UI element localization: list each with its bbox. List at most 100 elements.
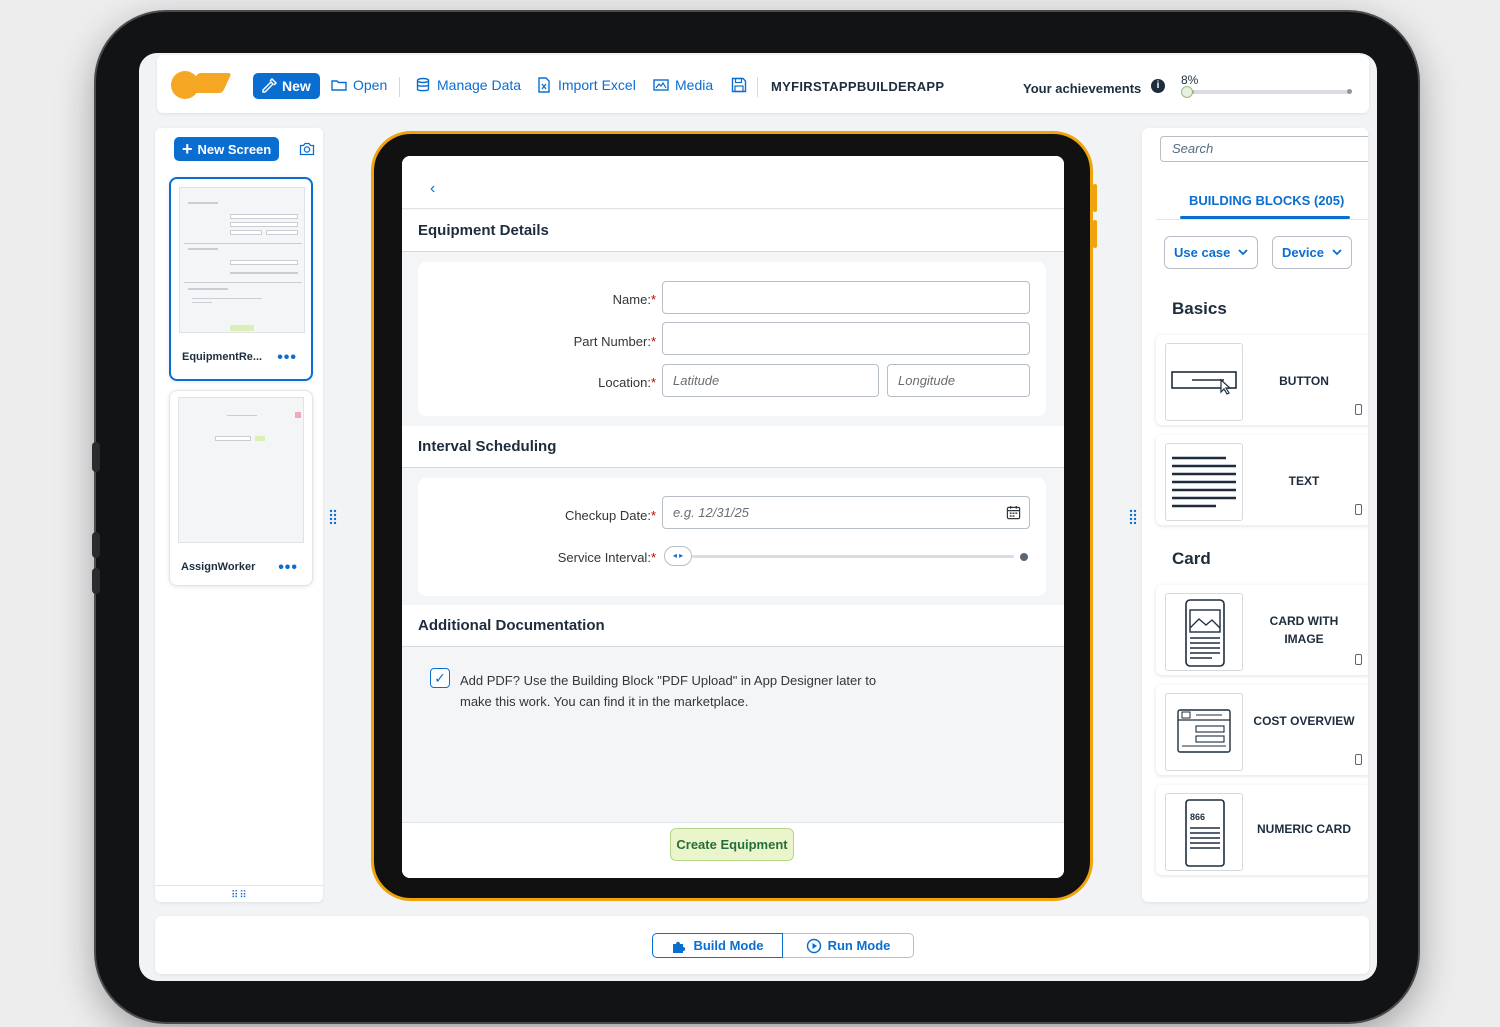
- service-interval-label: Service Interval:*: [557, 550, 656, 565]
- tablet-device-icon: [1355, 754, 1362, 765]
- resize-grip-icon[interactable]: ⠿⠿: [231, 890, 248, 901]
- preview-navbar: ‹: [402, 156, 1064, 209]
- excel-file-icon: [538, 77, 550, 93]
- achievements-progress-bar: [1181, 90, 1349, 94]
- screen-preview-image: [178, 397, 304, 543]
- achievements-label: Your achievements: [1023, 81, 1142, 96]
- tablet-device-icon: [1355, 504, 1362, 515]
- use-case-label: Use case: [1174, 245, 1231, 260]
- building-block-card-with-image[interactable]: CARD WITH IMAGE: [1156, 585, 1368, 675]
- chevron-down-icon: [1238, 249, 1248, 256]
- import-excel-label: Import Excel: [558, 77, 636, 93]
- part-number-label: Part Number:*: [573, 334, 656, 349]
- more-options-icon[interactable]: •••: [278, 559, 298, 577]
- chevron-down-icon: [1332, 249, 1342, 256]
- screen-thumbnail-assignworker[interactable]: AssignWorker •••: [169, 390, 313, 586]
- screens-panel: + New Screen EquipmentRe... ••• AssignWo…: [155, 128, 323, 902]
- button-block-icon: [1165, 343, 1243, 421]
- manage-data-button[interactable]: Manage Data: [415, 77, 521, 93]
- use-case-dropdown[interactable]: Use case: [1164, 236, 1258, 269]
- new-button[interactable]: New: [253, 73, 320, 99]
- info-icon[interactable]: i: [1151, 79, 1165, 93]
- category-card: Card: [1172, 549, 1211, 568]
- new-label: New: [282, 78, 311, 94]
- interval-scheduling-card: Checkup Date:* e.g. 12/31/25 Service Int…: [418, 478, 1046, 596]
- add-pdf-checkbox-label: Add PDF? Use the Building Block "PDF Upl…: [460, 673, 877, 709]
- text-block-icon: [1165, 443, 1243, 521]
- create-equipment-button[interactable]: Create Equipment: [670, 828, 794, 861]
- import-excel-button[interactable]: Import Excel: [536, 77, 636, 93]
- app-logo: [171, 71, 232, 99]
- service-interval-slider-handle[interactable]: ◂ ▸: [664, 546, 692, 566]
- app-name: MYFIRSTAPPBUILDERAPP: [771, 79, 945, 94]
- new-screen-label: New Screen: [197, 141, 272, 157]
- device-side-button: [92, 532, 100, 558]
- numeric-card-block-icon: 866: [1165, 793, 1243, 871]
- tab-building-blocks[interactable]: BUILDING BLOCKS (205): [1189, 193, 1344, 208]
- search-input[interactable]: Search: [1160, 136, 1368, 162]
- name-label: Name:*: [612, 292, 656, 307]
- service-interval-slider-track[interactable]: [692, 555, 1014, 558]
- building-block-label: COST OVERVIEW: [1253, 714, 1355, 728]
- checkup-date-input[interactable]: e.g. 12/31/25: [662, 496, 1030, 529]
- splitter-grip-icon[interactable]: [1129, 509, 1137, 525]
- tablet-device-icon: [1355, 404, 1362, 415]
- device-label: Device: [1282, 245, 1324, 260]
- screen-preview-image: [179, 187, 305, 333]
- checkup-date-placeholder: e.g. 12/31/25: [673, 505, 749, 520]
- folder-icon: [331, 80, 347, 91]
- service-interval-slider-end[interactable]: [1020, 553, 1028, 561]
- media-button[interactable]: Media: [653, 77, 713, 93]
- latitude-input[interactable]: Latitude: [662, 364, 879, 397]
- build-mode-button[interactable]: Build Mode: [652, 933, 783, 958]
- media-label: Media: [675, 77, 714, 93]
- location-label: Location:*: [598, 375, 656, 390]
- achievements-progress-knob: [1181, 86, 1193, 98]
- part-number-input[interactable]: [662, 322, 1030, 355]
- checkup-date-label: Checkup Date:*: [564, 508, 656, 523]
- calendar-icon[interactable]: [1006, 505, 1021, 520]
- building-block-numeric-card[interactable]: 866 NUMERIC CARD: [1156, 785, 1368, 875]
- image-gallery-icon: [653, 79, 669, 91]
- back-chevron-icon[interactable]: ‹: [430, 180, 435, 198]
- open-button[interactable]: Open: [331, 77, 387, 93]
- device-side-button: [92, 568, 100, 594]
- achievements-progress-end: [1347, 89, 1352, 94]
- cost-overview-block-icon: [1165, 693, 1243, 771]
- database-icon: [416, 77, 430, 92]
- tab-divider: [1156, 219, 1368, 220]
- longitude-input[interactable]: Longitude: [887, 364, 1030, 397]
- building-block-label: BUTTON: [1279, 374, 1329, 388]
- add-pdf-checkbox[interactable]: ✓: [430, 668, 450, 688]
- more-options-icon[interactable]: •••: [277, 349, 297, 367]
- device-dropdown[interactable]: Device: [1272, 236, 1352, 269]
- app-screen: New Open Manage Data Import Excel Media …: [139, 53, 1377, 981]
- new-screen-button[interactable]: + New Screen: [174, 137, 280, 161]
- camera-icon[interactable]: [299, 141, 315, 157]
- screen-thumbnail-equipment[interactable]: EquipmentRe... •••: [169, 177, 313, 381]
- top-toolbar: New Open Manage Data Import Excel Media …: [157, 55, 1369, 113]
- toolbar-divider: [399, 77, 400, 97]
- preview-side-button: [1093, 220, 1097, 248]
- building-block-button[interactable]: BUTTON: [1156, 335, 1368, 425]
- building-block-label: CARD WITH IMAGE: [1269, 614, 1339, 646]
- section-title-interval-scheduling: Interval Scheduling: [402, 426, 1064, 468]
- section-title-equipment-details: Equipment Details: [402, 210, 1064, 252]
- panel-divider: [155, 885, 323, 886]
- splitter-grip-icon[interactable]: [329, 509, 337, 525]
- device-side-button: [92, 442, 100, 472]
- equipment-details-card: Name:* Part Number:* Location:* Latitude…: [418, 262, 1046, 416]
- plus-icon: +: [182, 139, 193, 159]
- category-basics: Basics: [1172, 299, 1227, 318]
- mode-bar: Build Mode Run Mode: [155, 916, 1369, 974]
- run-mode-button[interactable]: Run Mode: [783, 933, 914, 958]
- pencil-icon: [262, 78, 277, 93]
- card-image-block-icon: [1165, 593, 1243, 671]
- name-input[interactable]: [662, 281, 1030, 314]
- building-block-text[interactable]: TEXT: [1156, 435, 1368, 525]
- achievements-percent: 8%: [1181, 73, 1199, 87]
- building-block-cost-overview[interactable]: COST OVERVIEW: [1156, 685, 1368, 775]
- manage-data-label: Manage Data: [437, 77, 522, 93]
- build-mode-label: Build Mode: [693, 938, 764, 953]
- save-button[interactable]: [731, 77, 747, 93]
